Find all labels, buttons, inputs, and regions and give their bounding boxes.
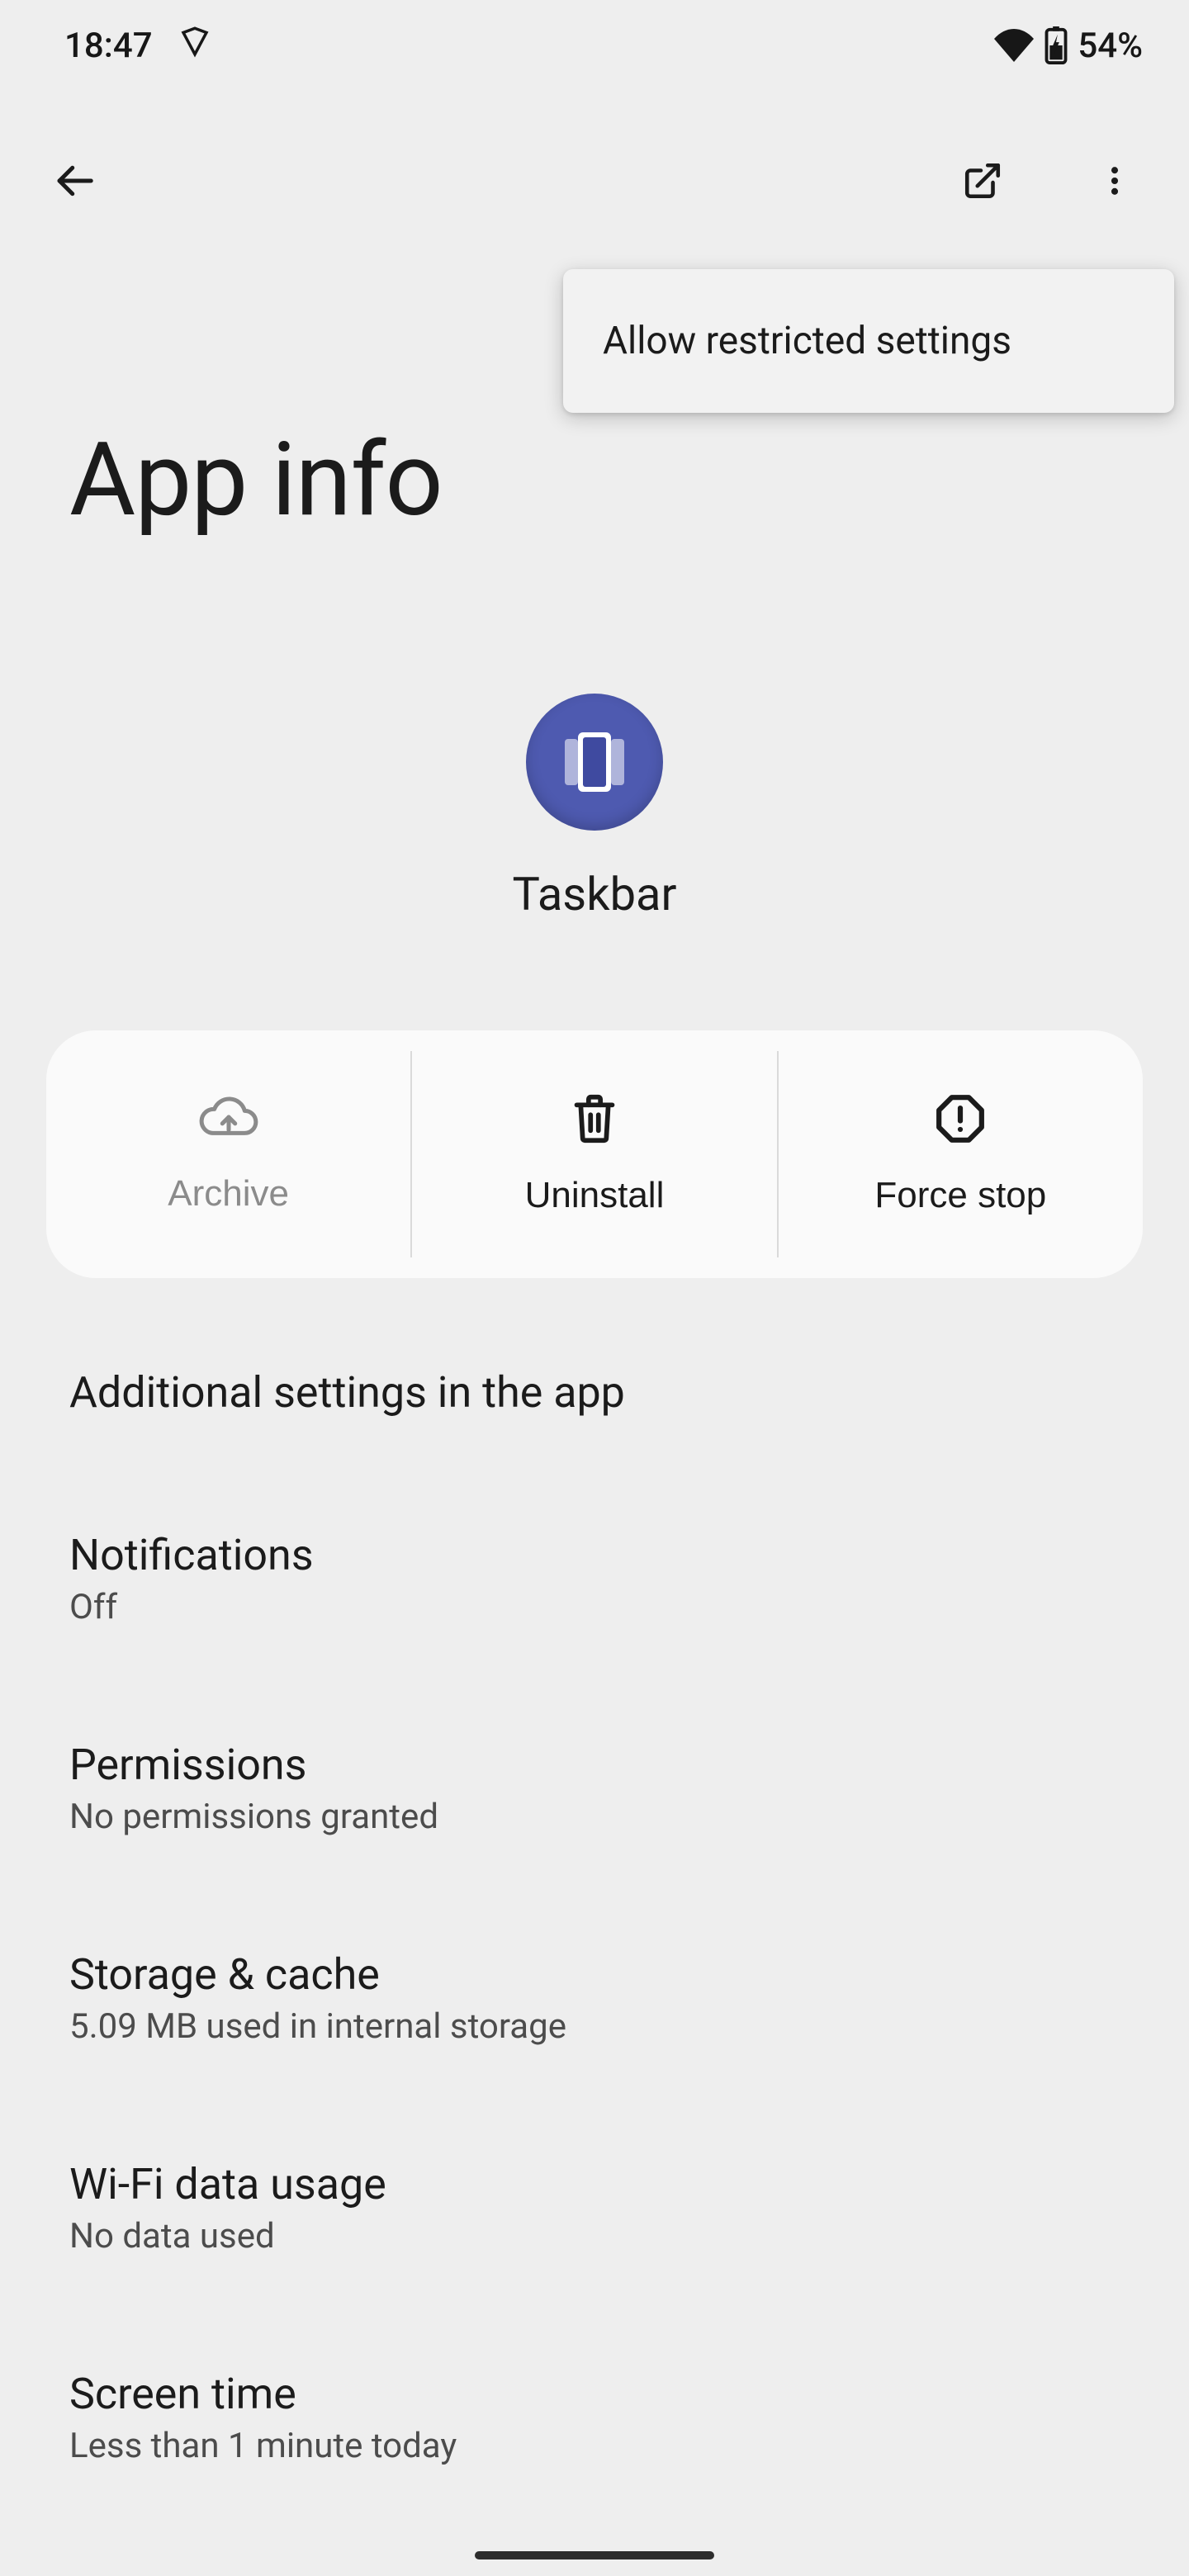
action-label: Archive: [168, 1173, 289, 1215]
app-bar: [0, 128, 1189, 235]
row-subtitle: Off: [69, 1587, 1120, 1627]
force-stop-button[interactable]: Force stop: [779, 1030, 1143, 1278]
row-permissions[interactable]: Permissions No permissions granted: [0, 1674, 1189, 1883]
app-header: Taskbar: [0, 694, 1189, 921]
archive-button: Archive: [46, 1030, 410, 1278]
row-notifications[interactable]: Notifications Off: [0, 1464, 1189, 1674]
battery-icon: [1045, 26, 1068, 64]
row-subtitle: No data used: [69, 2216, 1120, 2256]
row-title: Screen time: [69, 2369, 1120, 2419]
page-title: App info: [69, 421, 443, 540]
row-storage[interactable]: Storage & cache 5.09 MB used in internal…: [0, 1883, 1189, 2093]
arrow-back-icon: [52, 159, 97, 206]
app-icon: [526, 694, 663, 831]
action-label: Uninstall: [525, 1175, 665, 1216]
row-subtitle: 5.09 MB used in internal storage: [69, 2006, 1120, 2047]
row-title: Permissions: [69, 1740, 1120, 1790]
more-vert-icon: [1097, 163, 1133, 201]
menu-item-label: Allow restricted settings: [603, 319, 1011, 363]
uninstall-button[interactable]: Uninstall: [412, 1030, 776, 1278]
row-title: Wi-Fi data usage: [69, 2159, 1120, 2209]
cloud-upload-icon: [197, 1095, 261, 1152]
row-title: Additional settings in the app: [69, 1367, 1120, 1418]
row-wifi-data[interactable]: Wi-Fi data usage No data used: [0, 2093, 1189, 2303]
overflow-menu: Allow restricted settings: [563, 269, 1174, 413]
action-row: Archive Uninstall Force stop: [46, 1030, 1143, 1278]
vpn-shield-icon: [178, 24, 212, 68]
wifi-icon: [993, 29, 1035, 62]
status-left: 18:47: [64, 24, 212, 68]
home-indicator[interactable]: [475, 2551, 714, 2559]
row-screen-time[interactable]: Screen time Less than 1 minute today: [0, 2303, 1189, 2512]
row-subtitle: Less than 1 minute today: [69, 2426, 1120, 2466]
status-right: 54%: [993, 26, 1143, 66]
row-subtitle: No permissions granted: [69, 1797, 1120, 1837]
row-additional-settings[interactable]: Additional settings in the app: [0, 1321, 1189, 1464]
app-name: Taskbar: [513, 867, 677, 921]
settings-list: Additional settings in the app Notificat…: [0, 1321, 1189, 2512]
action-label: Force stop: [874, 1175, 1046, 1216]
open-in-new-icon: [962, 160, 1003, 204]
more-options-button[interactable]: [1073, 140, 1156, 223]
menu-item-allow-restricted[interactable]: Allow restricted settings: [563, 284, 1174, 398]
back-button[interactable]: [33, 140, 116, 223]
open-external-button[interactable]: [941, 140, 1024, 223]
status-battery: 54%: [1078, 26, 1143, 66]
row-title: Storage & cache: [69, 1949, 1120, 2000]
row-title: Notifications: [69, 1530, 1120, 1580]
status-bar: 18:47 54%: [0, 0, 1189, 91]
alert-octagon-icon: [935, 1093, 986, 1153]
trash-icon: [571, 1093, 618, 1153]
status-time: 18:47: [64, 26, 153, 66]
